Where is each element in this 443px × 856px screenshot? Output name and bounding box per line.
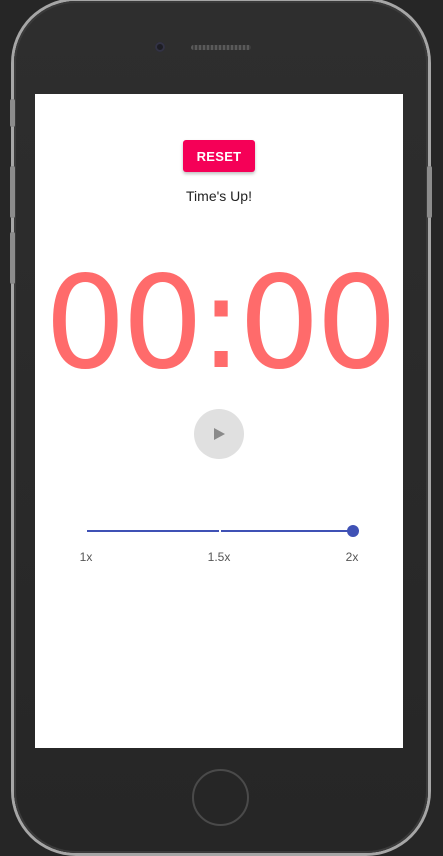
slider-label-2x: 2x [345, 550, 359, 564]
play-button[interactable] [194, 409, 244, 459]
mute-switch [10, 99, 15, 127]
play-icon [214, 428, 225, 440]
slider-mark-middle [219, 529, 221, 533]
slider-label-1-5x: 1.5x [207, 550, 231, 564]
timer-display: 00:00 [44, 249, 398, 398]
speed-slider[interactable] [85, 522, 359, 540]
volume-up-button [10, 166, 15, 218]
front-camera [155, 42, 165, 52]
app-screen: RESET Time's Up! 00:00 1x 1.5x 2x [35, 94, 403, 748]
power-button [427, 166, 432, 218]
reset-button[interactable]: RESET [183, 140, 255, 172]
volume-down-button [10, 232, 15, 284]
slider-label-1x: 1x [79, 550, 93, 564]
earpiece-speaker [191, 45, 251, 50]
status-text: Time's Up! [186, 188, 252, 204]
home-button[interactable] [192, 769, 249, 826]
slider-thumb[interactable] [347, 525, 359, 537]
